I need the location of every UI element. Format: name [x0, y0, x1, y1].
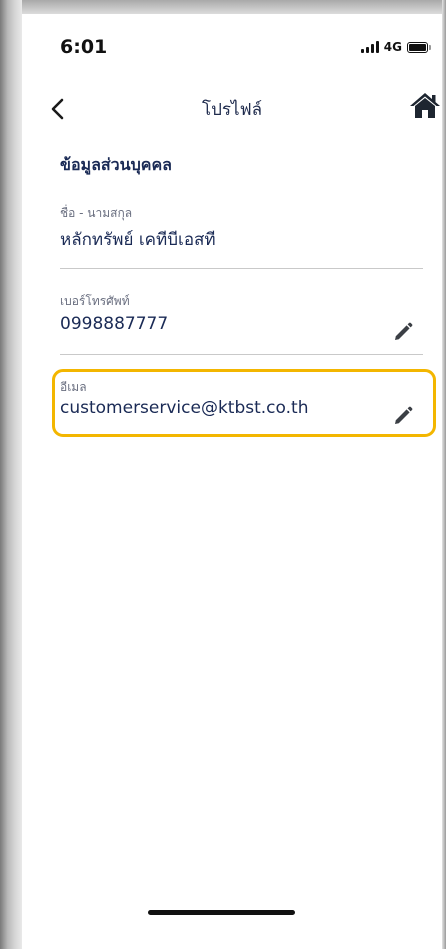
pencil-icon [395, 406, 413, 424]
device-bezel-top [0, 0, 446, 14]
name-divider [60, 268, 423, 269]
app-screen: 6:01 4G โปรไฟล์ ข้อมูลส่วนบุคคล ชื่อ - น… [22, 14, 442, 949]
battery-icon [407, 41, 431, 53]
phone-divider [60, 354, 423, 355]
page-title: โปรไฟล์ [201, 100, 263, 120]
status-indicators: 4G [360, 40, 431, 54]
email-field[interactable]: อีเมล customerservice@ktbst.co.th [60, 378, 423, 434]
phone-value: 0998887777 [60, 314, 169, 334]
device-bezel-left [0, 0, 22, 949]
network-type: 4G [383, 40, 402, 54]
edit-phone-button[interactable] [393, 322, 413, 342]
phone-field[interactable]: เบอร์โทรศัพท์ 0998887777 [60, 292, 423, 372]
device-bezel-right [442, 0, 446, 949]
device-frame: 6:01 4G โปรไฟล์ ข้อมูลส่วนบุคคล ชื่อ - น… [0, 0, 446, 949]
pencil-icon [395, 322, 413, 340]
signal-icon [360, 41, 379, 53]
name-label: ชื่อ - นามสกุล [60, 206, 133, 220]
edit-email-button[interactable] [393, 406, 413, 426]
home-indicator[interactable] [148, 910, 295, 915]
email-value: customerservice@ktbst.co.th [60, 398, 309, 418]
phone-label: เบอร์โทรศัพท์ [60, 294, 130, 308]
email-label: อีเมล [60, 380, 87, 394]
name-field: ชื่อ - นามสกุล หลักทรัพย์ เคทีบีเอสที [60, 204, 423, 284]
section-title: ข้อมูลส่วนบุคคล [60, 155, 172, 174]
status-time: 6:01 [60, 36, 108, 58]
name-value: หลักทรัพย์ เคทีบีเอสที [60, 230, 216, 250]
home-icon [410, 93, 440, 118]
home-button[interactable] [408, 90, 442, 122]
